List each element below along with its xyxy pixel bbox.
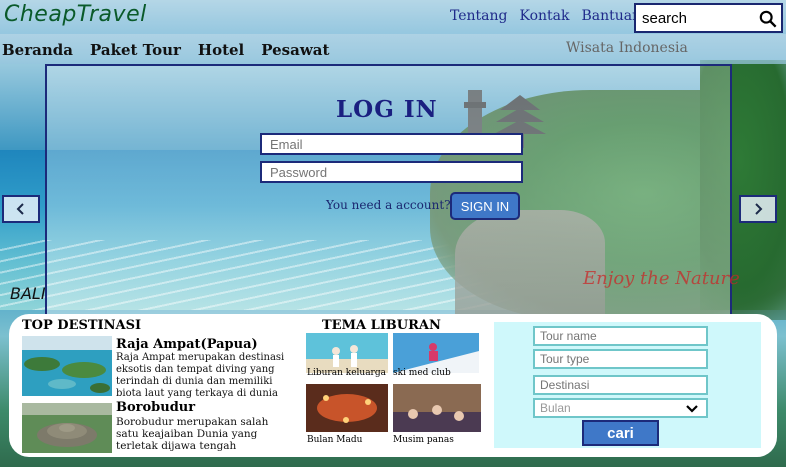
- destination-field[interactable]: [533, 375, 708, 395]
- link-bantuan[interactable]: Bantuan: [582, 8, 642, 24]
- nav-beranda[interactable]: Beranda: [2, 41, 73, 59]
- login-title: LOG IN: [336, 96, 438, 123]
- theme-caption: Musim panas: [393, 435, 454, 445]
- destination-name[interactable]: Borobudur: [116, 400, 195, 415]
- tagline: Wisata Indonesia: [566, 40, 688, 56]
- borobudur-image[interactable]: [22, 403, 112, 453]
- site-logo[interactable]: CheapTravel: [4, 2, 147, 27]
- theme-caption: Liburan keluarga: [307, 368, 386, 378]
- main-nav: Beranda Paket Tour Hotel Pesawat: [2, 41, 346, 59]
- top-destinations-title: TOP DESTINASI: [22, 318, 142, 333]
- slider-next-button[interactable]: [739, 195, 777, 223]
- link-tentang[interactable]: Tentang: [450, 8, 508, 24]
- family-holiday-image[interactable]: [306, 333, 388, 373]
- email-field[interactable]: [260, 133, 523, 155]
- top-links: Tentang Kontak Bantuan: [450, 8, 641, 24]
- destination-description: Raja Ampat merupakan destinasi eksotis d…: [116, 352, 285, 399]
- link-kontak[interactable]: Kontak: [520, 8, 570, 24]
- location-label: BALI: [10, 284, 46, 303]
- sign-in-button[interactable]: SIGN IN: [450, 192, 520, 220]
- chevron-left-icon: [16, 203, 24, 215]
- nav-hotel[interactable]: Hotel: [198, 41, 244, 59]
- main-navbar: Beranda Paket Tour Hotel Pesawat Wisata …: [0, 34, 786, 64]
- theme-caption: ski med club: [393, 368, 451, 378]
- slogan: Enjoy the Nature: [583, 268, 740, 289]
- search-icon[interactable]: [759, 10, 777, 28]
- tour-name-field[interactable]: [533, 326, 708, 346]
- password-field[interactable]: [260, 161, 523, 183]
- destination-description: Borobudur merupakan salah satu keajaiban…: [116, 416, 269, 452]
- chevron-right-icon: [755, 203, 763, 215]
- top-bar: CheapTravel Tentang Kontak Bantuan: [0, 0, 786, 34]
- slider-prev-button[interactable]: [2, 195, 40, 223]
- theme-caption: Bulan Madu: [307, 435, 363, 445]
- search-box: [634, 3, 783, 33]
- honeymoon-image[interactable]: [306, 384, 388, 432]
- month-select[interactable]: Bulan: [533, 398, 708, 418]
- themes-title: TEMA LIBURAN: [322, 318, 441, 333]
- ski-image[interactable]: [393, 333, 479, 373]
- nav-pesawat[interactable]: Pesawat: [261, 41, 329, 59]
- search-input[interactable]: [642, 10, 754, 27]
- nav-paket-tour[interactable]: Paket Tour: [90, 41, 181, 59]
- summer-image[interactable]: [393, 384, 481, 432]
- search-tour-button[interactable]: cari: [582, 420, 659, 446]
- month-select-value: Bulan: [540, 401, 571, 415]
- tour-type-field[interactable]: [533, 349, 708, 369]
- raja-ampat-image[interactable]: [22, 336, 112, 396]
- destination-name[interactable]: Raja Ampat(Papua): [116, 337, 258, 352]
- need-account-text: You need a account?: [326, 198, 451, 212]
- chevron-down-icon: [686, 405, 698, 413]
